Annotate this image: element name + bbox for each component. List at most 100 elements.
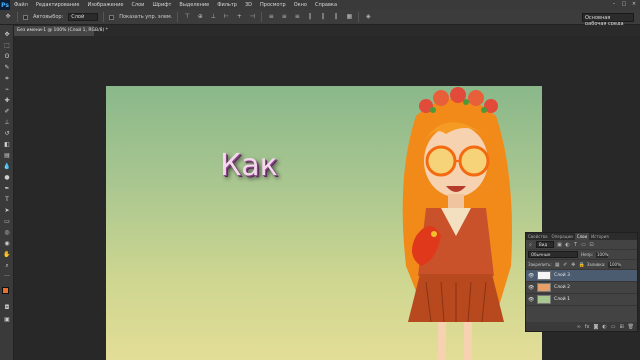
zoom-tool-icon[interactable]: ⌕ <box>2 261 12 270</box>
auto-align-icon[interactable]: ▦ <box>345 13 353 21</box>
visibility-eye-icon[interactable]: 👁 <box>528 297 534 303</box>
transform-controls-checkbox[interactable] <box>109 14 115 20</box>
tab-actions[interactable]: Операции <box>550 233 575 240</box>
tab-properties[interactable]: Свойства <box>526 233 550 240</box>
filter-type-icon[interactable]: T <box>573 242 578 248</box>
align-bottom-icon[interactable]: ⊥ <box>209 13 217 21</box>
filter-smart-icon[interactable]: ⊡ <box>589 242 594 248</box>
fill-field[interactable]: 100% <box>608 261 621 268</box>
healing-brush-icon[interactable]: ✚ <box>2 96 12 105</box>
close-button[interactable]: × <box>630 1 638 8</box>
filter-pixel-icon[interactable]: ▣ <box>557 242 562 248</box>
lasso-tool-icon[interactable]: ʘ <box>2 52 12 61</box>
opacity-field[interactable]: 100% <box>595 251 608 258</box>
workspace-dropdown[interactable]: Основная рабочая среда <box>582 13 634 27</box>
move-tool-icon[interactable]: ✥ <box>2 30 12 39</box>
blend-row: Обычные Непр: 100% <box>526 250 637 260</box>
menu-edit[interactable]: Редактирование <box>32 2 84 8</box>
lock-pixels-icon[interactable]: ✐ <box>563 262 568 268</box>
menu-view[interactable]: Просмотр <box>256 2 290 8</box>
blur-tool-icon[interactable]: 💧 <box>2 162 12 171</box>
align-right-icon[interactable]: ⊣ <box>248 13 256 21</box>
quick-selection-tool-icon[interactable]: ✎ <box>2 63 12 72</box>
shape-tool-icon[interactable]: ▭ <box>2 217 12 226</box>
3d-camera-icon[interactable]: ◉ <box>2 239 12 248</box>
layer-row-2[interactable]: 👁 Слой 2 <box>526 282 637 294</box>
pen-tool-icon[interactable]: ✒ <box>2 184 12 193</box>
visibility-eye-icon[interactable]: 👁 <box>528 273 534 279</box>
quick-mask-icon[interactable]: ◘ <box>2 303 12 312</box>
eraser-tool-icon[interactable]: ◧ <box>2 140 12 149</box>
crop-tool-icon[interactable]: ⌗ <box>2 74 12 83</box>
brush-tool-icon[interactable]: ✐ <box>2 107 12 116</box>
gradient-tool-icon[interactable]: ▤ <box>2 151 12 160</box>
visibility-eye-icon[interactable]: 👁 <box>528 285 534 291</box>
screen-mode-icon[interactable]: ▣ <box>2 315 12 324</box>
clone-stamp-icon[interactable]: ⊥ <box>2 118 12 127</box>
layer-row-1[interactable]: 👁 Слой 1 <box>526 294 637 306</box>
blend-mode-dropdown[interactable]: Обычные <box>528 251 578 258</box>
lock-transparency-icon[interactable]: ▦ <box>555 262 560 268</box>
menu-image[interactable]: Изображение <box>83 2 127 8</box>
align-center-icon[interactable]: + <box>235 13 243 21</box>
menu-file[interactable]: Файл <box>10 2 32 8</box>
menu-layers[interactable]: Слои <box>127 2 148 8</box>
hand-tool-icon[interactable]: ✋ <box>2 250 12 259</box>
menu-window[interactable]: Окно <box>290 2 311 8</box>
menu-filter[interactable]: Фильтр <box>213 2 241 8</box>
menu-select[interactable]: Выделение <box>175 2 213 8</box>
lock-row: Закрепить: ▦ ✐ ✥ 🔒 Заливка: 100% <box>526 260 637 270</box>
document-canvas[interactable]: Как <box>106 86 542 360</box>
lock-all-icon[interactable]: 🔒 <box>579 262 585 268</box>
menu-3d[interactable]: 3D <box>241 2 256 8</box>
align-top-icon[interactable]: ⊤ <box>183 13 191 21</box>
window-controls: – □ × <box>610 1 638 8</box>
foreground-color-swatch[interactable] <box>2 287 9 294</box>
layers-panel-footer: ∞ fx ◙ ◐ ▭ ⊞ 🗑 <box>526 322 637 331</box>
menu-type[interactable]: Шрифт <box>148 2 175 8</box>
marquee-tool-icon[interactable]: ⬚ <box>2 41 12 50</box>
adjustment-layer-icon[interactable]: ◐ <box>602 324 606 330</box>
eyedropper-tool-icon[interactable]: ⌁ <box>2 85 12 94</box>
distribute-top-icon[interactable]: ≡ <box>267 13 275 21</box>
link-layers-icon[interactable]: ∞ <box>577 324 581 330</box>
layer-filter-row: ⌕ Вид ▣ ◐ T ▭ ⊡ <box>526 240 637 250</box>
delete-layer-icon[interactable]: 🗑 <box>628 324 634 330</box>
more-tools-icon[interactable]: ··· <box>2 272 12 281</box>
distribute-bottom-icon[interactable]: ≡ <box>293 13 301 21</box>
document-tab[interactable]: Без имени-1 @ 100% (Слой 1, RGB/8) * <box>14 26 108 36</box>
move-tool-icon[interactable]: ✥ <box>4 13 12 21</box>
autoselect-checkbox[interactable] <box>23 14 28 20</box>
layer-filter-dropdown[interactable]: Вид <box>536 241 554 248</box>
add-mask-icon[interactable]: ◙ <box>593 324 598 330</box>
tab-history[interactable]: История <box>589 233 611 240</box>
align-left-icon[interactable]: ⊢ <box>222 13 230 21</box>
photoshop-logo: Ps <box>0 0 10 10</box>
minimize-button[interactable]: – <box>610 1 618 8</box>
layer-row-3[interactable]: 👁 Слой 3 <box>526 270 637 282</box>
new-layer-icon[interactable]: ⊞ <box>619 324 623 330</box>
distribute-middle-icon[interactable]: ≡ <box>280 13 288 21</box>
align-middle-icon[interactable]: ⊕ <box>196 13 204 21</box>
autoselect-label: Автовыбор: <box>33 14 64 20</box>
layer-style-icon[interactable]: fx <box>585 324 590 330</box>
new-group-icon[interactable]: ▭ <box>611 324 616 330</box>
autoselect-dropdown[interactable]: Слой <box>68 13 99 21</box>
dodge-tool-icon[interactable]: ● <box>2 173 12 182</box>
filter-shape-icon[interactable]: ▭ <box>581 242 586 248</box>
character-illustration <box>402 87 512 360</box>
distribute-right-icon[interactable]: ‖ <box>332 13 340 21</box>
distribute-left-icon[interactable]: ‖ <box>306 13 314 21</box>
lock-position-icon[interactable]: ✥ <box>571 262 576 268</box>
maximize-button[interactable]: □ <box>620 1 628 8</box>
history-brush-icon[interactable]: ↺ <box>2 129 12 138</box>
menu-help[interactable]: Справка <box>311 2 341 8</box>
tab-layers[interactable]: Слои <box>574 233 590 240</box>
3d-mode-icon[interactable]: ◈ <box>364 13 372 21</box>
distribute-center-icon[interactable]: ‖ <box>319 13 327 21</box>
filter-adjustment-icon[interactable]: ◐ <box>565 242 570 248</box>
type-tool-icon[interactable]: T <box>2 195 12 204</box>
path-selection-icon[interactable]: ➤ <box>2 206 12 215</box>
3d-tool-icon[interactable]: ◎ <box>2 228 12 237</box>
separator <box>358 12 360 22</box>
